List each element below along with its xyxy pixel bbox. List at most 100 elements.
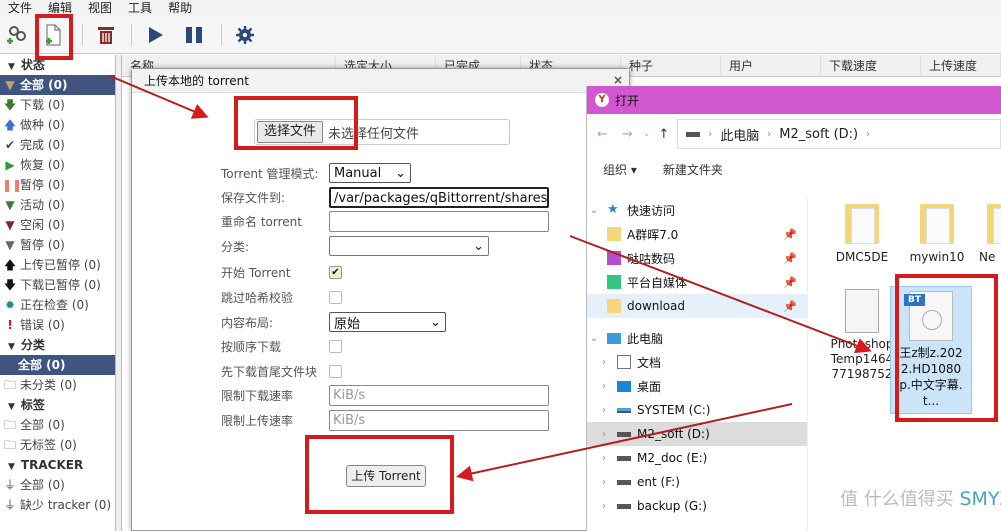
- category-item-all[interactable]: 全部 (0): [0, 355, 115, 375]
- breadcrumb-drive-d[interactable]: M2_soft (D:): [779, 127, 858, 142]
- open-dialog-titlebar: Y 打开: [587, 86, 1001, 114]
- new-folder-button[interactable]: 新建文件夹: [663, 161, 723, 178]
- folder-icon: 🗀: [3, 438, 16, 452]
- gear-icon: ✹: [4, 298, 16, 312]
- category-select[interactable]: ⌄: [329, 236, 489, 256]
- tag-header[interactable]: ▼ 标签: [0, 395, 115, 415]
- sidebar-item-checking[interactable]: ✹ 正在检查 (0): [0, 295, 115, 315]
- tag-item-all[interactable]: 🗀 全部 (0): [0, 415, 115, 435]
- nav-pc-item[interactable]: › SYSTEM (C:): [587, 398, 807, 422]
- expand-arrow-icon: ›: [602, 452, 606, 464]
- navigation-pane: ⌄ ★ 快速访问 A群晖7.0 📌 哒咕数码 📌 平台自媒体 📌 download 📌 ⌄ 此…: [587, 198, 807, 531]
- drive-icon: [617, 455, 631, 461]
- start-torrent-checkbox[interactable]: ✔: [329, 265, 342, 279]
- add-link-icon[interactable]: [4, 22, 30, 48]
- expand-arrow-icon: ⌄: [589, 332, 599, 344]
- category-item-uncategorized[interactable]: 🗀 未分类 (0): [0, 375, 115, 395]
- content-layout-select[interactable]: 原始 ⌄: [329, 312, 446, 332]
- skip-check-checkbox[interactable]: [329, 290, 342, 304]
- forward-arrow-icon[interactable]: →: [622, 127, 633, 142]
- sidebar-item-stalled[interactable]: ▼ 暂停 (0): [0, 235, 115, 255]
- drive-icon: [686, 131, 701, 137]
- menu-help[interactable]: 帮助: [160, 0, 200, 16]
- file-item-temp[interactable]: Photoshop Temp146477198752: [830, 289, 894, 382]
- delete-icon[interactable]: [93, 22, 119, 48]
- nav-pc-item[interactable]: › M2_doc (E:): [587, 446, 807, 470]
- sidebar-item-inactive[interactable]: ▼ 空闲 (0): [0, 215, 115, 235]
- arrow-down-icon: 🡇: [3, 278, 17, 292]
- nav-quick-item[interactable]: A群晖7.0 📌: [587, 222, 807, 246]
- star-icon: ★: [607, 202, 619, 217]
- sidebar-item-errored[interactable]: ! 错误 (0): [0, 315, 115, 335]
- save-path-label: 保存文件到:: [221, 190, 286, 205]
- settings-icon[interactable]: [232, 22, 258, 48]
- menu-file[interactable]: 文件: [0, 0, 40, 16]
- sidebar-item-all[interactable]: ▼ 全部 (0): [0, 75, 115, 95]
- pin-icon: 📌: [783, 227, 797, 241]
- save-path-input[interactable]: /var/packages/qBittorrent/shares/Do: [329, 186, 549, 208]
- sidebar-item-resumed[interactable]: ▶ 恢复 (0): [0, 155, 115, 175]
- nav-pc-item[interactable]: › backup (G:): [587, 494, 807, 518]
- nav-quick-item[interactable]: download 📌: [587, 294, 807, 318]
- first-last-checkbox[interactable]: [329, 364, 342, 378]
- desktop-icon: [617, 380, 631, 392]
- tracker-icon: ⏚: [3, 478, 16, 492]
- organize-button[interactable]: 组织 ▾: [603, 161, 637, 178]
- nav-quick-item[interactable]: 平台自媒体 📌: [587, 270, 807, 294]
- file-item-folder[interactable]: DMC5DE: [826, 204, 898, 265]
- filter-icon: ▼: [5, 198, 15, 212]
- tracker-item-all[interactable]: ⏚ 全部 (0): [0, 475, 115, 495]
- collapse-triangle-icon: ▼: [8, 462, 15, 472]
- start-torrent-label: 开始 Torrent: [221, 265, 291, 280]
- up-arrow-icon[interactable]: ↑: [658, 127, 669, 142]
- tracker-item-trackerless[interactable]: ⏚ 缺少 tracker (0): [0, 495, 115, 515]
- column-download-speed[interactable]: 下载速度: [821, 55, 921, 76]
- close-icon[interactable]: ×: [613, 73, 623, 87]
- expand-arrow-icon: ›: [602, 476, 606, 488]
- address-bar[interactable]: › 此电脑 › M2_soft (D:) ›: [677, 119, 1001, 149]
- management-mode-select[interactable]: Manual ⌄: [329, 163, 411, 183]
- file-item-folder[interactable]: Ne: [979, 204, 1001, 265]
- folder-icon: [987, 204, 1001, 244]
- nav-quick-item[interactable]: 哒咕数码 📌: [587, 246, 807, 270]
- breadcrumb-this-pc[interactable]: 此电脑: [720, 125, 759, 144]
- menu-view[interactable]: 视图: [80, 0, 120, 16]
- tracker-icon: ⏚: [3, 498, 16, 512]
- folder-icon: 🗀: [3, 378, 16, 392]
- nav-pc-item[interactable]: › 桌面: [587, 374, 807, 398]
- upload-limit-row: 限制上传速率 KiB/s: [221, 409, 549, 431]
- upload-limit-input[interactable]: KiB/s: [329, 409, 549, 431]
- category-header[interactable]: ▼ 分类: [0, 335, 115, 355]
- nav-pc-item[interactable]: › 文档: [587, 350, 807, 374]
- document-icon: [617, 355, 631, 369]
- download-limit-input[interactable]: KiB/s: [329, 384, 549, 406]
- menu-tools[interactable]: 工具: [120, 0, 160, 16]
- recent-dropdown-icon[interactable]: ⌄: [643, 129, 651, 139]
- pause-icon[interactable]: [181, 22, 207, 48]
- column-peers[interactable]: 用户: [721, 55, 821, 76]
- nav-pc-item[interactable]: › ent (F:): [587, 470, 807, 494]
- column-seeds[interactable]: 种子: [621, 55, 721, 76]
- sequential-checkbox[interactable]: [329, 339, 342, 353]
- sidebar: ▼ 状态 ▼ 全部 (0) 🡇 下载 (0) 🡅 做种 (0) ✔ 完成 (0) ▶ 恢复 …: [0, 55, 116, 531]
- sidebar-item-paused[interactable]: ❚❚ 暂停 (0): [0, 175, 115, 195]
- tag-item-untagged[interactable]: 🗀 无标签 (0): [0, 435, 115, 455]
- nav-pc-item[interactable]: › M2_soft (D:): [587, 422, 807, 446]
- resume-icon[interactable]: [143, 22, 169, 48]
- tracker-header[interactable]: ▼ TRACKER: [0, 455, 115, 475]
- sidebar-item-seeding[interactable]: 🡅 做种 (0): [0, 115, 115, 135]
- nav-this-pc[interactable]: ⌄ 此电脑: [587, 326, 807, 350]
- skip-check-row: 跳过哈希校验: [221, 287, 342, 307]
- file-item-folder[interactable]: mywin10: [901, 204, 973, 265]
- sidebar-item-downloading[interactable]: 🡇 下载 (0): [0, 95, 115, 115]
- collapse-triangle-icon: ▼: [8, 402, 15, 412]
- first-last-row: 先下载首尾文件块: [221, 361, 342, 381]
- column-upload-speed[interactable]: 上传速度: [921, 55, 1001, 76]
- nav-quick-access[interactable]: ⌄ ★ 快速访问: [587, 198, 807, 222]
- back-arrow-icon[interactable]: ←: [597, 127, 608, 142]
- sidebar-item-completed[interactable]: ✔ 完成 (0): [0, 135, 115, 155]
- sidebar-item-upload-paused[interactable]: 🡅 上传已暂停 (0): [0, 255, 115, 275]
- sidebar-item-active[interactable]: ▼ 活动 (0): [0, 195, 115, 215]
- rename-input[interactable]: [329, 210, 549, 232]
- sidebar-item-download-paused[interactable]: 🡇 下载已暂停 (0): [0, 275, 115, 295]
